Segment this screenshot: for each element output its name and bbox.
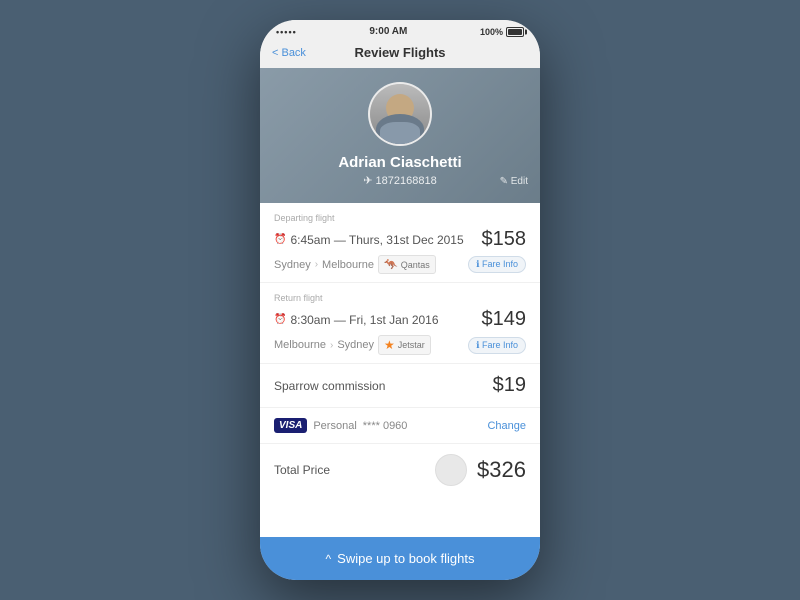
payment-card: **** 0960 xyxy=(363,420,408,432)
total-row: Total Price $326 xyxy=(260,444,540,496)
signal-dots: ••••• xyxy=(276,27,297,37)
visa-logo: VISA xyxy=(274,418,307,433)
edit-button[interactable]: ✎ Edit xyxy=(500,176,528,187)
clock-icon-return: ⏰ xyxy=(274,314,286,325)
swipe-label: Swipe up to book flights xyxy=(337,551,474,566)
departing-flight-time: ⏰ 6:45am — Thurs, 31st Dec 2015 xyxy=(274,233,464,247)
phone-frame: ••••• 9:00 AM 100% < Back Review Flights xyxy=(260,20,540,580)
status-time: 9:00 AM xyxy=(369,26,407,37)
back-button[interactable]: < Back xyxy=(272,47,306,59)
arrow-right-icon: › xyxy=(315,259,318,270)
return-flight-section: Return flight ⏰ 8:30am — Fri, 1st Jan 20… xyxy=(260,283,540,364)
commission-label: Sparrow commission xyxy=(274,379,385,393)
avatar xyxy=(368,82,432,146)
battery-icon xyxy=(506,27,524,37)
return-flight-time: ⏰ 8:30am — Fri, 1st Jan 2016 xyxy=(274,313,439,327)
battery-percent: 100% xyxy=(480,27,503,37)
departing-fare-info-button[interactable]: ℹ Fare Info xyxy=(468,256,526,273)
departing-flight-label: Departing flight xyxy=(274,213,526,223)
payment-type: Personal xyxy=(313,420,356,432)
total-label: Total Price xyxy=(274,463,330,477)
return-flight-label: Return flight xyxy=(274,293,526,303)
page-title: Review Flights xyxy=(354,45,445,60)
clock-icon: ⏰ xyxy=(274,234,286,245)
commission-row: Sparrow commission $19 xyxy=(260,364,540,408)
departing-flight-section: Departing flight ⏰ 6:45am — Thurs, 31st … xyxy=(260,203,540,283)
arrow-right-icon-return: › xyxy=(330,340,333,351)
total-price: $326 xyxy=(477,457,526,483)
status-bar: ••••• 9:00 AM 100% xyxy=(260,20,540,41)
battery-indicator: 100% xyxy=(480,27,524,37)
profile-phone: ✈ 1872168818 xyxy=(363,174,436,187)
book-flights-button[interactable]: ^ Swipe up to book flights xyxy=(260,537,540,580)
jetstar-badge: ★ Jetstar xyxy=(378,335,431,355)
departing-flight-route: Sydney › Melbourne 🦘 Qantas xyxy=(274,255,436,274)
qantas-badge: 🦘 Qantas xyxy=(378,255,436,274)
return-flight-route: Melbourne › Sydney ★ Jetstar xyxy=(274,335,431,355)
change-payment-button[interactable]: Change xyxy=(487,420,526,432)
content-area: Departing flight ⏰ 6:45am — Thurs, 31st … xyxy=(260,203,540,537)
departing-flight-price: $158 xyxy=(482,228,527,251)
profile-name: Adrian Ciaschetti xyxy=(338,154,461,171)
return-fare-info-button[interactable]: ℹ Fare Info xyxy=(468,337,526,354)
return-flight-price: $149 xyxy=(482,308,527,331)
payment-row: VISA Personal **** 0960 Change xyxy=(260,408,540,444)
commission-price: $19 xyxy=(493,374,526,397)
nav-bar: < Back Review Flights xyxy=(260,41,540,68)
toggle-circle[interactable] xyxy=(435,454,467,486)
profile-section: Adrian Ciaschetti ✈ 1872168818 ✎ Edit xyxy=(260,68,540,203)
chevron-up-icon: ^ xyxy=(326,552,332,566)
